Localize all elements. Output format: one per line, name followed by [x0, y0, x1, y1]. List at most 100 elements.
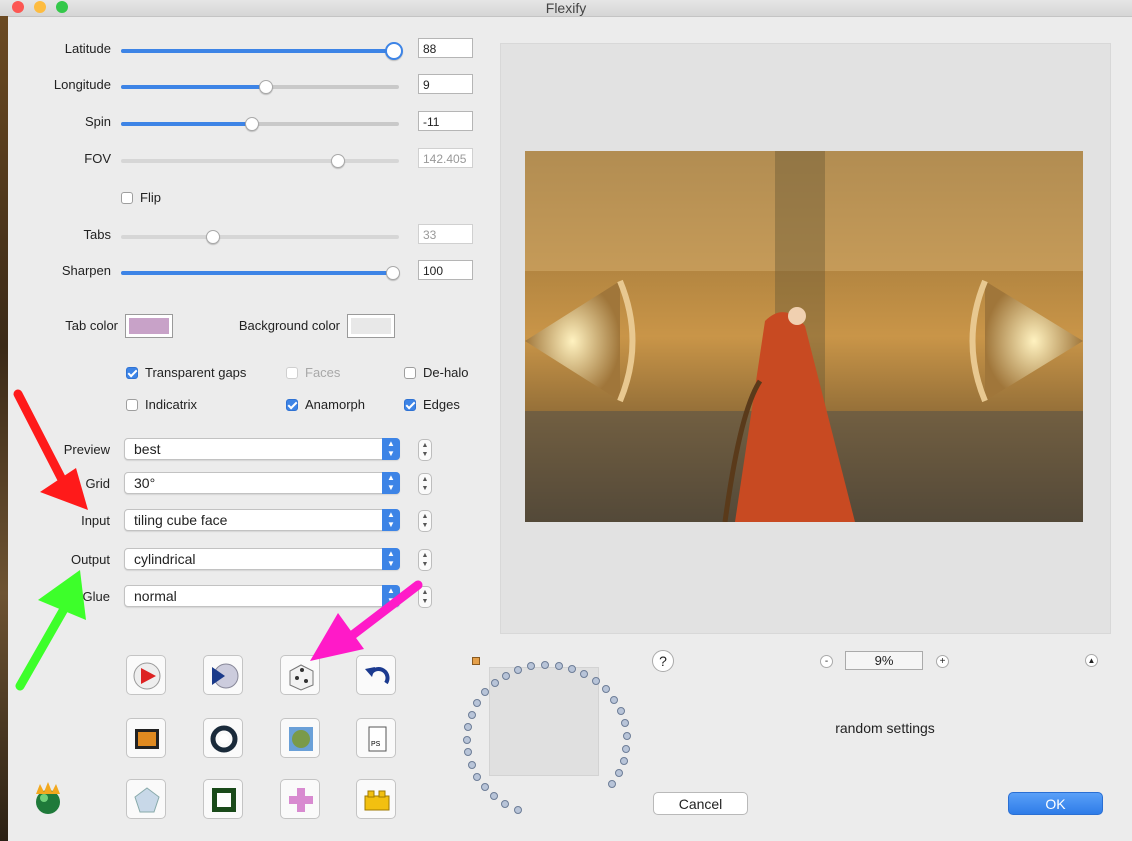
option-checkbox[interactable]: [126, 399, 138, 411]
slider-thumb[interactable]: [385, 42, 403, 60]
slider-fill: [121, 122, 252, 126]
slider-label: Tabs: [83, 227, 111, 242]
option-checkbox[interactable]: [286, 367, 298, 379]
navigator-dot[interactable]: [554, 661, 563, 670]
navigator-dot[interactable]: [620, 719, 629, 728]
slider-track[interactable]: [121, 117, 399, 131]
dropdown-stepper[interactable]: ▲ ▼: [418, 510, 432, 532]
navigator-dot[interactable]: [473, 772, 482, 781]
option-checkbox[interactable]: [286, 399, 298, 411]
navigator-dot[interactable]: [480, 783, 489, 792]
slider-fill: [121, 85, 266, 89]
navigator-dot[interactable]: [602, 685, 611, 694]
option-checkbox[interactable]: [404, 367, 416, 379]
fast-forward-disc-button[interactable]: [203, 655, 243, 695]
navigator-box[interactable]: [489, 667, 599, 776]
collapse-button[interactable]: ▲: [1085, 654, 1098, 667]
image-frame-button[interactable]: [126, 718, 166, 758]
navigator-dot[interactable]: [467, 710, 476, 719]
flip-checkbox[interactable]: [121, 192, 133, 204]
slider-label: Longitude: [53, 77, 111, 92]
navigator-dot[interactable]: [464, 722, 473, 731]
navigator-dot[interactable]: [463, 735, 471, 744]
cross-icon: [289, 788, 313, 812]
preview-image[interactable]: [525, 151, 1083, 522]
navigator-dot[interactable]: [490, 792, 499, 801]
flame-ball-icon: [36, 782, 60, 814]
navigator-dot[interactable]: [622, 744, 631, 753]
chevron-updown-icon: ▲▼: [382, 548, 400, 570]
slider-thumb[interactable]: [386, 266, 400, 280]
tab-color-swatch[interactable]: [125, 314, 173, 338]
slider-track[interactable]: [121, 266, 400, 280]
slider-thumb[interactable]: [244, 117, 259, 131]
navigator-dot[interactable]: [501, 671, 510, 680]
cross-button[interactable]: [280, 779, 320, 819]
slider-track[interactable]: [121, 230, 399, 244]
diamond-button[interactable]: [126, 779, 166, 819]
ok-button[interactable]: OK: [1008, 792, 1103, 815]
slider-value-field[interactable]: 33: [418, 224, 473, 244]
navigator-dot[interactable]: [467, 760, 476, 769]
navigator-dot[interactable]: [490, 679, 499, 688]
navigator-dot[interactable]: [622, 731, 631, 740]
dropdown-select[interactable]: tiling cube face ▲ ▼: [124, 509, 400, 531]
slider-thumb[interactable]: [205, 230, 220, 244]
navigator-marker-icon[interactable]: [472, 657, 480, 665]
ring-icon: [210, 725, 238, 753]
dropdown-select[interactable]: cylindrical ▲ ▼: [124, 548, 400, 570]
dropdown-select[interactable]: 30° ▲ ▼: [124, 472, 400, 494]
play-triangle-button[interactable]: [126, 655, 166, 695]
dropdown-stepper[interactable]: ▲ ▼: [418, 473, 432, 495]
background-color-swatch[interactable]: [347, 314, 395, 338]
option-checkbox[interactable]: [404, 399, 416, 411]
slider-track[interactable]: [121, 154, 399, 168]
globe-image-icon: [289, 727, 313, 751]
navigator-dot[interactable]: [473, 698, 482, 707]
navigator-dot[interactable]: [619, 757, 628, 766]
slider-value-field[interactable]: 100: [418, 260, 473, 280]
navigator-dot[interactable]: [464, 748, 473, 757]
navigator-dot[interactable]: [501, 800, 510, 808]
option-checkbox-label: De-halo: [423, 365, 469, 380]
document-button[interactable]: PS: [356, 718, 396, 758]
zoom-out-button[interactable]: -: [820, 655, 833, 668]
zoom-in-button[interactable]: +: [936, 655, 949, 668]
dropdown-stepper[interactable]: ▲ ▼: [418, 549, 432, 571]
zoom-level-field[interactable]: 9%: [845, 651, 923, 670]
navigator-dot[interactable]: [540, 661, 549, 670]
square-frame-button[interactable]: [203, 779, 243, 819]
slider-value-field[interactable]: 142.405: [418, 148, 473, 168]
dropdown-value: cylindrical: [134, 551, 196, 567]
globe-image-button[interactable]: [280, 718, 320, 758]
chevron-updown-icon: ▲▼: [382, 472, 400, 494]
slider-value-field[interactable]: 88: [418, 38, 473, 58]
dropdown-stepper[interactable]: ▲ ▼: [418, 439, 432, 461]
lego-brick-button[interactable]: [356, 779, 396, 819]
slider-value-field[interactable]: -11: [418, 111, 473, 131]
hint-text: random settings: [835, 720, 935, 736]
navigator-dot[interactable]: [513, 805, 522, 814]
slider-thumb[interactable]: [330, 154, 345, 168]
slider-thumb[interactable]: [258, 80, 273, 94]
green-arrow-icon: [15, 570, 86, 691]
flip-label: Flip: [140, 190, 161, 205]
navigator-dot[interactable]: [614, 769, 623, 778]
dropdown-select[interactable]: best ▲ ▼: [124, 438, 400, 460]
slider-label: Sharpen: [61, 263, 111, 278]
slider-track[interactable]: [121, 80, 399, 94]
navigator-dot[interactable]: [607, 780, 616, 789]
navigator-dot[interactable]: [610, 695, 619, 704]
navigator-dot[interactable]: [591, 676, 600, 685]
slider-track[interactable]: [121, 42, 403, 60]
dropdown-value: best: [134, 441, 161, 457]
navigator-dot[interactable]: [616, 706, 625, 715]
svg-text:PS: PS: [371, 741, 381, 748]
cancel-button[interactable]: Cancel: [653, 792, 748, 815]
square-frame-icon: [212, 788, 236, 812]
navigator-dot[interactable]: [567, 664, 576, 673]
ring-button[interactable]: [203, 718, 243, 758]
help-button[interactable]: ?: [652, 650, 674, 672]
option-checkbox[interactable]: [126, 367, 138, 379]
slider-value-field[interactable]: 9: [418, 74, 473, 94]
